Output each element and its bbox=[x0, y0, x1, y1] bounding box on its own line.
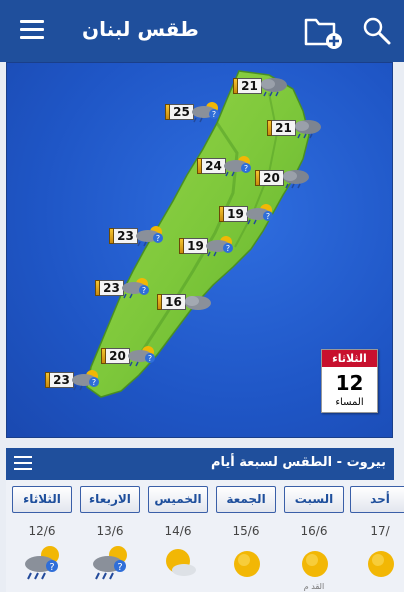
day-column[interactable]: الجمعة 15/6 bbox=[216, 480, 280, 592]
day-tab[interactable]: الثلاثاء bbox=[12, 486, 72, 513]
map-marker[interactable]: 20 bbox=[255, 169, 312, 189]
day-tab[interactable]: أحد bbox=[350, 486, 404, 513]
menu-line bbox=[20, 20, 44, 23]
svg-text:?: ? bbox=[117, 562, 122, 573]
day-date: 13/6 bbox=[96, 524, 124, 538]
map-marker[interactable]: 25 ? bbox=[165, 102, 222, 123]
day-date: 17/ bbox=[370, 524, 390, 538]
date-badge-date: 12 bbox=[335, 371, 364, 395]
map-marker[interactable]: 21 bbox=[267, 119, 324, 139]
forecast-menu-button[interactable] bbox=[14, 456, 32, 472]
svg-text:?: ? bbox=[212, 110, 216, 119]
sun-cloud-rain-icon: ? bbox=[122, 278, 149, 299]
sun-icon bbox=[302, 551, 328, 577]
day-tab[interactable]: الخميس bbox=[148, 486, 208, 513]
day-date: 12/6 bbox=[28, 524, 56, 538]
menu-line bbox=[14, 456, 32, 458]
map-marker[interactable]: 19 ? bbox=[179, 236, 236, 257]
sun-icon bbox=[234, 551, 260, 577]
map-marker[interactable]: 24 ? bbox=[197, 156, 254, 177]
sun-cloud-rain-icon: ? bbox=[72, 370, 99, 391]
sun-cloud-rain-icon: ? bbox=[136, 226, 163, 247]
app-bar: طقس لبنان bbox=[0, 0, 404, 62]
sun-cloud-rain-icon: ? bbox=[25, 546, 59, 580]
map-marker[interactable]: 23 ? bbox=[95, 278, 152, 299]
day-tab[interactable]: السبت bbox=[284, 486, 344, 513]
day-column[interactable]: الخميس 14/6 bbox=[148, 480, 212, 592]
svg-text:?: ? bbox=[226, 244, 230, 253]
day-column[interactable]: السبت 16/6 القد م bbox=[284, 480, 348, 592]
date-badge-day: الثلاثاء bbox=[322, 350, 377, 367]
cloud-rain-icon bbox=[295, 120, 321, 139]
sun-cloud-icon bbox=[166, 549, 196, 576]
day-tab[interactable]: الجمعة bbox=[216, 486, 276, 513]
svg-text:?: ? bbox=[244, 164, 248, 173]
date-badge[interactable]: الثلاثاء 12 المساء bbox=[321, 349, 378, 413]
search-button[interactable] bbox=[362, 16, 392, 46]
menu-line bbox=[20, 28, 44, 31]
sun-cloud-rain-icon: ? bbox=[224, 156, 251, 177]
svg-text:?: ? bbox=[266, 212, 270, 221]
app-root: طقس لبنان 21 25 ? 21 24 ? 20 19 ? 23 ? 1… bbox=[0, 0, 404, 592]
menu-line bbox=[20, 36, 44, 39]
date-badge-period: المساء bbox=[335, 397, 364, 408]
weather-map[interactable]: 21 25 ? 21 24 ? 20 19 ? 23 ? 19 ? 23 ? 1… bbox=[6, 62, 393, 438]
map-marker[interactable]: 20 ? bbox=[101, 346, 158, 367]
svg-text:?: ? bbox=[156, 234, 160, 243]
day-date: 16/6 bbox=[300, 524, 328, 538]
sun-cloud-rain-icon: ? bbox=[93, 546, 127, 580]
menu-line bbox=[14, 468, 32, 470]
cloud-icon bbox=[185, 296, 211, 310]
sun-cloud-rain-icon: ? bbox=[192, 102, 219, 123]
day-subtext: القد م bbox=[303, 582, 325, 591]
day-column[interactable]: أحد 17/ bbox=[350, 480, 404, 592]
menu-button[interactable] bbox=[20, 20, 44, 40]
sun-icon bbox=[368, 551, 394, 577]
folder-add-button[interactable] bbox=[304, 13, 344, 51]
sun-cloud-rain-icon: ? bbox=[206, 236, 233, 257]
day-column[interactable]: الاربعاء 13/6 ? bbox=[80, 480, 144, 592]
map-marker[interactable]: 21 bbox=[233, 77, 290, 97]
menu-line bbox=[14, 462, 32, 464]
search-icon bbox=[363, 17, 391, 45]
svg-text:?: ? bbox=[142, 286, 146, 295]
map-marker[interactable]: 16 bbox=[157, 293, 214, 311]
svg-text:?: ? bbox=[148, 354, 152, 363]
day-column[interactable]: الثلاثاء 12/6 ? bbox=[12, 480, 76, 592]
forecast-title: بيروت - الطقس لسبعة أيام bbox=[210, 455, 386, 470]
folder-add-icon bbox=[304, 18, 342, 49]
cloud-rain-icon bbox=[261, 78, 287, 97]
map-marker[interactable]: 23 ? bbox=[109, 226, 166, 247]
map-marker[interactable]: 19 ? bbox=[219, 204, 276, 225]
day-date: 14/6 bbox=[164, 524, 192, 538]
day-date: 15/6 bbox=[232, 524, 260, 538]
forecast-days[interactable]: الثلاثاء 12/6 ? الاربعاء 13/6 ? الخميس 1… bbox=[6, 480, 404, 592]
sun-cloud-rain-icon: ? bbox=[246, 204, 273, 225]
map-marker[interactable]: 23 ? bbox=[45, 370, 102, 391]
svg-text:?: ? bbox=[92, 378, 96, 387]
day-tab[interactable]: الاربعاء bbox=[80, 486, 140, 513]
sun-cloud-rain-icon: ? bbox=[128, 346, 155, 367]
forecast-header: بيروت - الطقس لسبعة أيام bbox=[6, 448, 394, 480]
svg-text:?: ? bbox=[49, 562, 54, 573]
app-title: طقس لبنان bbox=[82, 17, 199, 41]
cloud-rain-icon bbox=[283, 170, 309, 189]
